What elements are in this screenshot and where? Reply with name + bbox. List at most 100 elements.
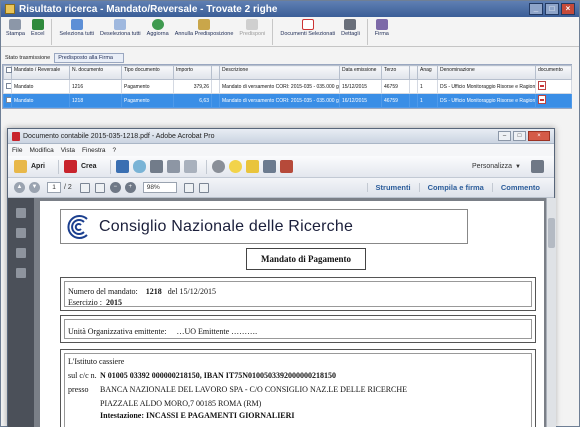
column-header[interactable]: Anag — [417, 65, 438, 80]
sign-icon[interactable] — [279, 160, 293, 173]
minimize-button[interactable]: _ — [529, 3, 543, 15]
edit-icon[interactable] — [166, 160, 180, 173]
previous-page-icon[interactable]: ▲ — [14, 182, 25, 193]
excel-icon — [31, 19, 44, 30]
fit-page-icon[interactable] — [183, 182, 194, 193]
comment-icon[interactable] — [228, 160, 242, 173]
menu-vista[interactable]: Vista — [61, 147, 75, 154]
column-header[interactable]: Denominazione — [437, 65, 536, 80]
cloud-upload-icon[interactable] — [132, 160, 146, 173]
toolbar-divider — [272, 19, 274, 45]
selected-documents-button[interactable]: Documenti Selezionati — [277, 19, 338, 37]
results-title: Risultato ricerca - Mandato/Reversale - … — [19, 3, 278, 15]
printer-icon — [9, 19, 22, 30]
table-row-selected[interactable]: Mandato 1218 Pagamento 6,63 Mandato di v… — [3, 93, 572, 108]
print-button[interactable]: Stampa — [3, 19, 28, 37]
bank-label: presso — [68, 385, 89, 394]
folder-open-icon[interactable] — [14, 160, 27, 173]
sign-button[interactable]: Firma — [372, 19, 392, 37]
fiscal-year: 2015 — [105, 298, 122, 307]
zoom-in-icon[interactable]: + — [124, 182, 136, 193]
expand-icon[interactable] — [531, 160, 544, 173]
column-header[interactable]: Importo — [173, 65, 212, 80]
attachments-icon[interactable] — [16, 248, 26, 258]
maximize-button[interactable]: □ — [545, 3, 559, 15]
vertical-scrollbar[interactable] — [546, 198, 556, 427]
open-button[interactable]: Apri — [31, 163, 45, 170]
pdf-document-icon[interactable] — [538, 81, 546, 90]
scrollbar-thumb[interactable] — [548, 218, 555, 248]
menu-finestra[interactable]: Finestra — [82, 147, 105, 154]
close-button[interactable]: × — [528, 131, 550, 141]
signatures-icon[interactable] — [16, 268, 26, 278]
bookmarks-icon[interactable] — [16, 228, 26, 238]
column-header[interactable]: documento — [535, 65, 572, 80]
cell-numero: 1216 — [69, 79, 122, 94]
column-header[interactable] — [409, 65, 418, 80]
fit-width-icon[interactable] — [198, 182, 209, 193]
page-thumbnails-icon[interactable] — [16, 208, 26, 218]
menu-modifica[interactable]: Modifica — [29, 147, 53, 154]
highlight-icon[interactable] — [245, 160, 259, 173]
column-header[interactable] — [211, 65, 220, 80]
column-header[interactable]: Descrizione — [219, 65, 340, 80]
next-page-icon[interactable]: ▼ — [29, 182, 40, 193]
organization-name: Consiglio Nazionale delle Ricerche — [99, 217, 354, 235]
zoom-level-select[interactable]: 98% — [142, 182, 177, 193]
row-checkbox[interactable] — [6, 83, 11, 90]
attach-icon[interactable] — [262, 160, 276, 173]
print-icon[interactable] — [149, 160, 163, 173]
account-iban: N 01005 03392 000000218150, IBAN IT75N01… — [100, 371, 337, 380]
zoom-out-icon[interactable]: − — [109, 182, 121, 193]
comment-panel-tab[interactable]: Commento — [491, 183, 548, 192]
tools-panel-tab[interactable]: Strumenti — [366, 183, 419, 192]
page-number-input[interactable]: 1 — [47, 182, 61, 193]
cell-anag: 1 — [417, 93, 438, 108]
app-icon — [5, 4, 15, 14]
prepare-button[interactable]: Predisponi — [236, 19, 268, 37]
chevron-down-icon[interactable]: ▼ — [515, 164, 521, 170]
table-row[interactable]: Mandato 1216 Pagamento 379,26 Mandato di… — [3, 79, 572, 94]
menu-file[interactable]: File — [12, 147, 22, 154]
hand-tool-icon[interactable] — [94, 182, 105, 193]
account-heading: Intestazione: INCASSI E PAGAMENTI GIORNA… — [100, 411, 295, 420]
menu-help[interactable]: ? — [113, 147, 117, 154]
filter-select[interactable]: Predisposto alla Firma — [54, 53, 125, 63]
document-viewport[interactable]: Consiglio Nazionale delle Ricerche Manda… — [8, 198, 556, 427]
column-header[interactable]: Data emissione — [339, 65, 382, 80]
select-cursor-icon[interactable] — [79, 182, 90, 193]
cell-importo: 6,63 — [173, 93, 212, 108]
details-button[interactable]: Dettagli — [338, 19, 363, 37]
save-icon[interactable] — [115, 160, 129, 173]
document-title: Mandato di Pagamento — [246, 248, 366, 270]
select-all-button[interactable]: Seleziona tutti — [56, 19, 97, 37]
customize-dropdown[interactable]: Personalizza — [472, 163, 512, 170]
filter-label: Stato trasmissione — [5, 55, 51, 61]
column-header[interactable]: Tipo documento — [121, 65, 174, 80]
close-button[interactable]: × — [561, 3, 575, 15]
toolbar-divider — [109, 159, 111, 174]
refresh-button[interactable]: Aggiorna — [144, 19, 172, 37]
documents-icon — [301, 19, 314, 30]
header-checkbox[interactable] — [6, 67, 12, 73]
column-header[interactable]: Mandato / Reversale — [11, 65, 70, 80]
settings-icon[interactable] — [211, 160, 225, 173]
fill-sign-panel-tab[interactable]: Compila e firma — [418, 183, 492, 192]
issuing-unit-label: Unità Organizzativa emittente: — [68, 327, 167, 336]
toolbar-divider — [366, 19, 368, 45]
maximize-button[interactable]: □ — [513, 131, 526, 141]
column-header[interactable]: Terzo — [381, 65, 410, 80]
create-button[interactable]: Crea — [81, 163, 97, 170]
minimize-button[interactable]: – — [498, 131, 511, 141]
row-checkbox[interactable] — [6, 97, 11, 104]
excel-button[interactable]: Excel — [28, 19, 47, 37]
mandate-date: del 15/12/2015 — [167, 287, 216, 296]
cancel-preparation-button[interactable]: Annulla Predisposizione — [172, 19, 237, 37]
email-icon[interactable] — [183, 160, 197, 173]
create-pdf-icon[interactable] — [64, 160, 77, 173]
deselect-all-button[interactable]: Deseleziona tutti — [97, 19, 144, 37]
toolbar-divider — [58, 159, 59, 174]
pdf-document-icon[interactable] — [538, 95, 546, 104]
column-header[interactable]: N. documento — [69, 65, 122, 80]
column-header[interactable] — [3, 65, 12, 80]
